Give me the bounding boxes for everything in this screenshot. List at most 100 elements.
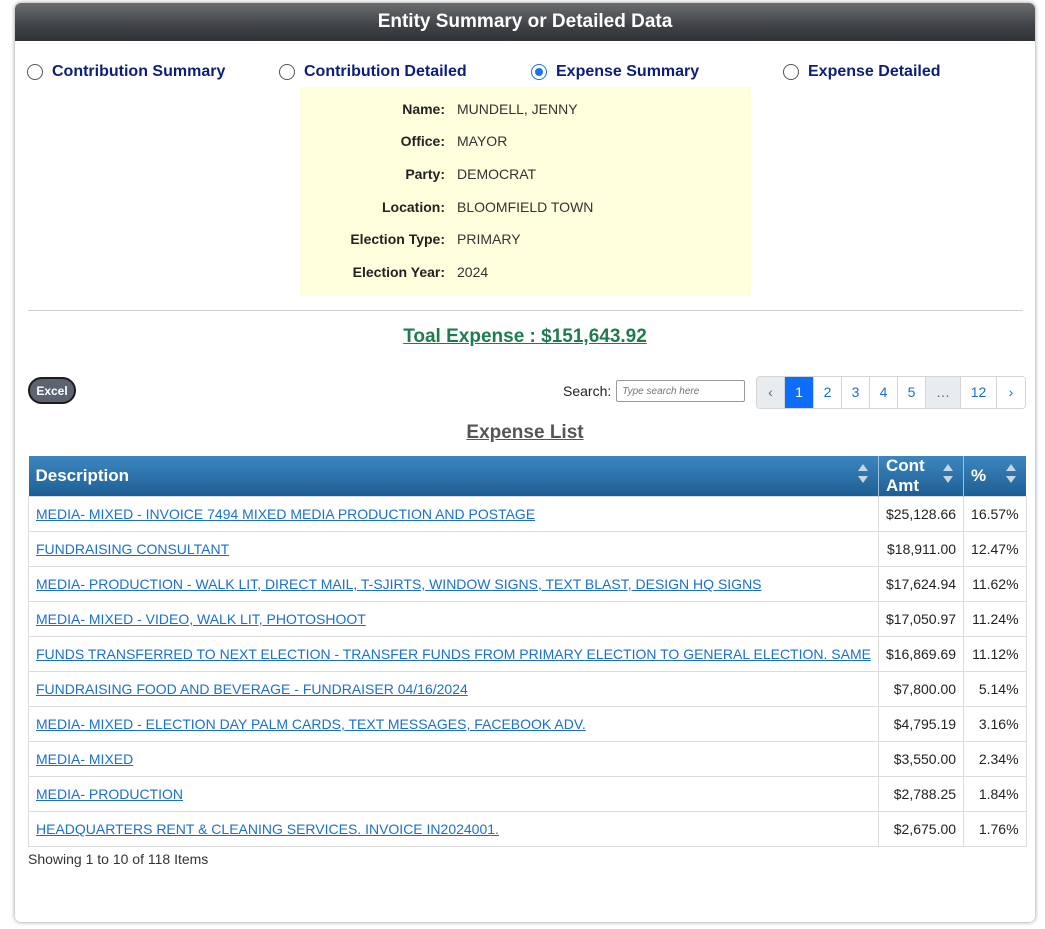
table-header-row: Description Cont Amt %: [28, 456, 1027, 497]
excel-export-button[interactable]: Excel: [28, 377, 76, 404]
page-ellipsis: …: [926, 377, 961, 408]
entity-info-box: Name: MUNDELL, JENNY Office: MAYOR Party…: [300, 87, 751, 296]
table-row: MEDIA- MIXED - VIDEO, WALK LIT, PHOTOSHO…: [28, 601, 1027, 637]
radio-label: Expense Detailed: [808, 63, 941, 80]
info-label: Office:: [400, 133, 445, 149]
description-link[interactable]: MEDIA- PRODUCTION: [36, 786, 183, 802]
description-cell: FUNDRAISING CONSULTANT: [28, 531, 879, 567]
description-link[interactable]: MEDIA- MIXED: [36, 751, 133, 767]
page-button-last[interactable]: 12: [961, 377, 997, 408]
amount-cell: $3,550.00: [877, 741, 965, 777]
percent-cell: 2.34%: [963, 741, 1027, 777]
amount-cell: $2,788.25: [877, 776, 965, 812]
info-value: PRIMARY: [457, 231, 521, 247]
amount-cell: $25,128.66: [877, 496, 965, 532]
column-header-label: Cont Amt: [885, 456, 925, 495]
description-cell: FUNDRAISING FOOD AND BEVERAGE - FUNDRAIS…: [28, 671, 879, 707]
table-row: MEDIA- PRODUCTION $2,788.25 1.84%: [28, 776, 1027, 812]
description-link[interactable]: FUNDS TRANSFERRED TO NEXT ELECTION - TRA…: [36, 646, 871, 662]
description-link[interactable]: MEDIA- PRODUCTION - WALK LIT, DIRECT MAI…: [36, 576, 762, 592]
info-row-location: Location: BLOOMFIELD TOWN: [300, 199, 751, 219]
description-cell: HEADQUARTERS RENT & CLEANING SERVICES. I…: [28, 811, 879, 847]
radio-contribution-summary[interactable]: Contribution Summary: [27, 63, 225, 81]
table-row: MEDIA- MIXED - INVOICE 7494 MIXED MEDIA …: [28, 496, 1027, 532]
sort-icon[interactable]: [857, 464, 868, 486]
amount-cell: $4,795.19: [877, 706, 965, 742]
sort-icon[interactable]: [1006, 464, 1017, 486]
description-link[interactable]: MEDIA- MIXED - INVOICE 7494 MIXED MEDIA …: [36, 506, 535, 522]
total-expense[interactable]: Toal Expense : $151,643.92: [15, 326, 1035, 348]
info-value: BLOOMFIELD TOWN: [457, 199, 594, 215]
percent-cell: 11.24%: [963, 601, 1027, 637]
table-row: FUNDRAISING CONSULTANT $18,911.00 12.47%: [28, 531, 1027, 567]
radio-unchecked-icon[interactable]: [279, 64, 295, 80]
column-header-cont-amt[interactable]: Cont Amt: [878, 456, 965, 497]
info-value: MUNDELL, JENNY: [457, 101, 578, 117]
expense-table: Description Cont Amt % MEDIA- MIXED - IN…: [28, 456, 1027, 847]
page-button-5[interactable]: 5: [898, 377, 926, 408]
info-row-party: Party: DEMOCRAT: [300, 166, 751, 186]
amount-cell: $17,050.97: [877, 601, 965, 637]
radio-label: Expense Summary: [556, 63, 700, 80]
description-link[interactable]: HEADQUARTERS RENT & CLEANING SERVICES. I…: [36, 821, 499, 837]
column-header-label: %: [971, 466, 987, 485]
description-link[interactable]: MEDIA- MIXED - VIDEO, WALK LIT, PHOTOSHO…: [36, 611, 366, 627]
page-button-3[interactable]: 3: [842, 377, 870, 408]
description-cell: MEDIA- MIXED: [28, 741, 879, 777]
search-input[interactable]: [616, 380, 746, 402]
description-link[interactable]: MEDIA- MIXED - ELECTION DAY PALM CARDS, …: [36, 716, 586, 732]
column-header-percent[interactable]: %: [963, 456, 1027, 497]
info-label: Name:: [402, 101, 445, 117]
percent-cell: 16.57%: [963, 496, 1027, 532]
radio-contribution-detailed[interactable]: Contribution Detailed: [279, 63, 467, 81]
percent-cell: 11.62%: [963, 566, 1027, 602]
page-button-2[interactable]: 2: [814, 377, 842, 408]
percent-cell: 5.14%: [963, 671, 1027, 707]
percent-cell: 1.84%: [963, 776, 1027, 812]
amount-cell: $17,624.94: [877, 566, 965, 602]
percent-cell: 11.12%: [963, 636, 1027, 672]
pagination: ‹ 1 2 3 4 5 … 12 ›: [756, 376, 1026, 409]
description-cell: MEDIA- MIXED - ELECTION DAY PALM CARDS, …: [28, 706, 879, 742]
table-row: MEDIA- PRODUCTION - WALK LIT, DIRECT MAI…: [28, 566, 1027, 602]
next-page-button[interactable]: ›: [997, 377, 1025, 408]
amount-cell: $16,869.69: [877, 636, 965, 672]
info-row-election-type: Election Type: PRIMARY: [300, 231, 751, 251]
info-row-election-year: Election Year: 2024: [300, 264, 751, 284]
info-label: Location:: [382, 199, 445, 215]
column-header-description[interactable]: Description: [28, 456, 879, 497]
description-cell: MEDIA- MIXED - INVOICE 7494 MIXED MEDIA …: [28, 496, 879, 532]
amount-cell: $18,911.00: [877, 531, 965, 567]
info-value: MAYOR: [457, 133, 508, 149]
radio-expense-summary[interactable]: Expense Summary: [531, 63, 699, 81]
description-link[interactable]: FUNDRAISING FOOD AND BEVERAGE - FUNDRAIS…: [36, 681, 468, 697]
info-value: DEMOCRAT: [457, 166, 537, 182]
table-row: FUNDRAISING FOOD AND BEVERAGE - FUNDRAIS…: [28, 671, 1027, 707]
table-row: HEADQUARTERS RENT & CLEANING SERVICES. I…: [28, 811, 1027, 847]
info-label: Party:: [405, 166, 445, 182]
description-cell: FUNDS TRANSFERRED TO NEXT ELECTION - TRA…: [28, 636, 879, 672]
amount-cell: $2,675.00: [877, 811, 965, 847]
percent-cell: 1.76%: [963, 811, 1027, 847]
expense-list-title: Expense List: [466, 422, 584, 443]
table-row: FUNDS TRANSFERRED TO NEXT ELECTION - TRA…: [28, 636, 1027, 672]
radio-expense-detailed[interactable]: Expense Detailed: [783, 63, 941, 81]
prev-page-button[interactable]: ‹: [757, 377, 785, 408]
panel-title: Entity Summary or Detailed Data: [15, 3, 1035, 41]
search-label: Search:: [563, 383, 612, 399]
table-row: MEDIA- MIXED $3,550.00 2.34%: [28, 741, 1027, 777]
description-cell: MEDIA- PRODUCTION: [28, 776, 879, 812]
percent-cell: 3.16%: [963, 706, 1027, 742]
radio-unchecked-icon[interactable]: [783, 64, 799, 80]
page-button-4[interactable]: 4: [870, 377, 898, 408]
page-button-1[interactable]: 1: [785, 377, 814, 408]
radio-checked-icon[interactable]: [531, 64, 547, 80]
amount-cell: $7,800.00: [877, 671, 965, 707]
description-cell: MEDIA- MIXED - VIDEO, WALK LIT, PHOTOSHO…: [28, 601, 879, 637]
view-options: Contribution Summary Contribution Detail…: [15, 63, 1035, 87]
radio-unchecked-icon[interactable]: [27, 64, 43, 80]
sort-icon[interactable]: [943, 464, 954, 486]
info-label: Election Year:: [352, 264, 445, 280]
description-link[interactable]: FUNDRAISING CONSULTANT: [36, 541, 229, 557]
info-row-office: Office: MAYOR: [300, 133, 751, 153]
